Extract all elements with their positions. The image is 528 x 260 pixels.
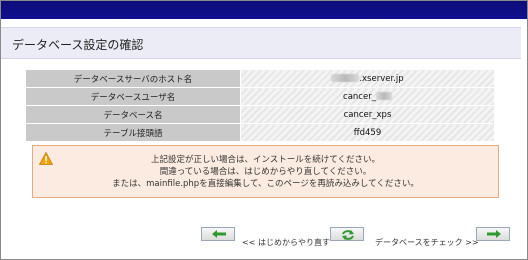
row-label: データベース名 (25, 105, 241, 124)
host-value: .xserver.jp (359, 73, 404, 84)
page-title-bar: データベース設定の確認 (1, 27, 521, 59)
back-button[interactable] (201, 227, 235, 241)
table-row: データベースサーバのホスト名 .xserver.jp (25, 69, 495, 88)
arrow-right-icon (487, 230, 501, 238)
recheck-label[interactable]: データベースをチェック >> (375, 237, 479, 248)
row-label: テーブル接頭語 (25, 123, 241, 142)
dbname-value: cancer_xps (240, 105, 495, 124)
warning-line: 上記設定が正しい場合は、インストールを続けてください。 (150, 155, 381, 165)
table-row: テーブル接頭語 ffd459 (25, 123, 495, 142)
redacted-text (331, 74, 360, 82)
table-row: データベースユーザ名 cancer_ (25, 87, 495, 106)
installer-window: データベース設定の確認 データベースサーバのホスト名 .xserver.jp デ… (0, 0, 528, 260)
warning-line: 間違っている場合は、はじめからやり直してください。 (159, 167, 372, 177)
arrow-left-icon (212, 230, 226, 238)
warning-box: 上記設定が正しい場合は、インストールを続けてください。 間違っている場合は、はじ… (32, 145, 499, 198)
prefix-value: ffd459 (240, 123, 495, 142)
back-label[interactable]: << はじめからやり直す (242, 237, 330, 248)
top-bar (1, 1, 527, 19)
row-label: データベースサーバのホスト名 (25, 69, 241, 88)
warning-line: または、mainfile.phpを直接編集して、このページを再読み込みしてくださ… (112, 179, 419, 189)
user-value: cancer_ (343, 91, 376, 102)
row-label: データベースユーザ名 (25, 87, 241, 106)
row-value: .xserver.jp (240, 69, 495, 88)
row-value: cancer_ (240, 87, 495, 106)
table-row: データベース名 cancer_xps (25, 105, 495, 124)
db-settings-table: データベースサーバのホスト名 .xserver.jp データベースユーザ名 ca… (25, 69, 495, 142)
page-title: データベース設定の確認 (12, 38, 144, 52)
refresh-icon (342, 230, 354, 240)
recheck-button[interactable] (330, 227, 364, 241)
redacted-text (375, 92, 392, 100)
next-button[interactable] (476, 227, 510, 241)
